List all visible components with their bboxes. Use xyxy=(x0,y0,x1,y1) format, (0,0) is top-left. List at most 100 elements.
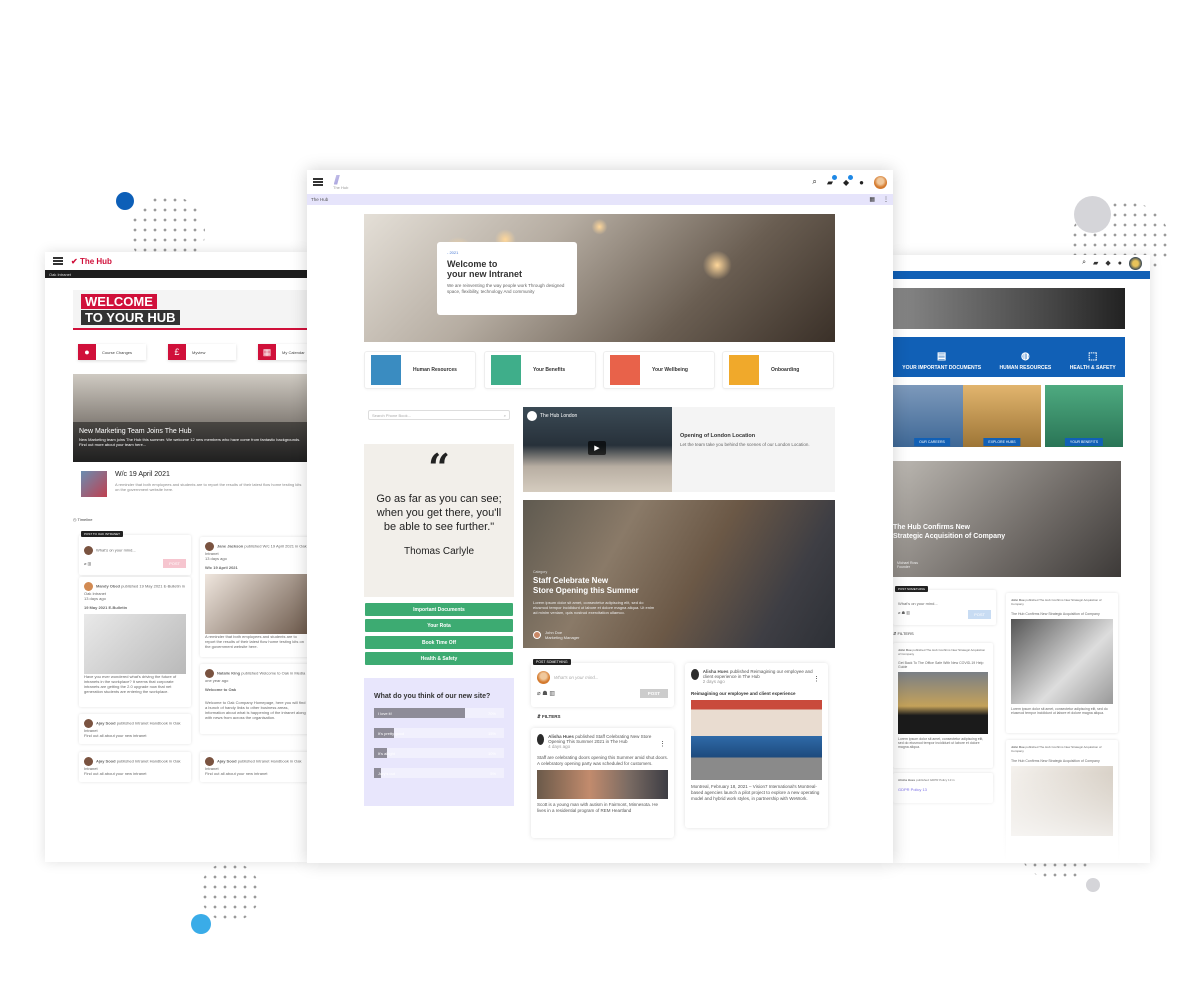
menu-icon[interactable] xyxy=(313,178,323,186)
quick-link-myview[interactable]: £ Myview xyxy=(168,344,236,360)
globe-icon: ◍ xyxy=(1021,351,1030,362)
user-avatar[interactable] xyxy=(1129,256,1142,270)
quote-author: Thomas Carlyle xyxy=(403,546,475,557)
post-body: Have you ever wondered what's driving th… xyxy=(84,674,177,694)
book-time-off-button[interactable]: Book Time Off xyxy=(365,636,513,649)
center-screen-the-hub: The Hub ⌕ ▰ ◆ ● The Hub ▦ ⋮ - 2021 Welcom… xyxy=(307,170,893,863)
brand-name: The Hub xyxy=(79,256,112,266)
link-human-resources[interactable]: ◍ HUMAN RESOURCES xyxy=(1000,351,1052,371)
important-documents-button[interactable]: Important Documents xyxy=(365,603,513,616)
post-author[interactable]: Mandy Obed xyxy=(96,584,120,589)
feed-post: Ajay Sood published Intranet Handbook in… xyxy=(79,714,191,744)
play-icon[interactable]: ▶ xyxy=(588,441,606,455)
post-body: Find out all about your new intranet xyxy=(84,733,147,738)
quick-link-my-calendar[interactable]: ▦ My Calendar xyxy=(258,344,307,360)
bell-icon[interactable]: ◆ xyxy=(843,174,854,187)
help-icon[interactable]: ● xyxy=(1118,260,1122,267)
post-author[interactable]: Ajay Sood xyxy=(96,721,116,726)
poll-option[interactable]: It's pretty good 15% xyxy=(374,728,504,738)
featured-story[interactable]: Category Staff Celebrate New Store Openin… xyxy=(523,500,835,648)
breadcrumb[interactable]: The Hub xyxy=(311,197,328,202)
video-title[interactable]: Opening of London Location xyxy=(680,433,755,439)
welcome-line1: WELCOME xyxy=(81,294,157,309)
search-icon[interactable]: ⌕ xyxy=(812,177,816,187)
news-hero[interactable]: New Marketing Team Joins The Hub New Mar… xyxy=(73,374,307,462)
tile-your-wellbeing[interactable]: Your Wellbeing xyxy=(603,351,715,389)
bell-icon[interactable]: ◆ xyxy=(1105,259,1110,267)
poll-option[interactable]: I love it! 70% xyxy=(374,708,504,718)
quote-text: Go as far as you can see; when you get t… xyxy=(376,493,502,533)
more-vertical-icon[interactable]: ⋮ xyxy=(813,675,820,683)
quote-widget: “ Go as far as you can see; when you get… xyxy=(364,444,514,597)
story-category: Category xyxy=(533,570,548,574)
calendar-icon: ▦ xyxy=(258,344,276,360)
filters-toggle[interactable]: ⇵ FILTERS xyxy=(537,714,560,720)
hero-subtitle: We are reinventing the way people work T… xyxy=(447,283,565,294)
announcement-thumbnail xyxy=(81,471,107,497)
quick-link-course-changes[interactable]: ● Course Changes xyxy=(78,344,146,360)
poll-option[interactable]: It's alright 10% xyxy=(374,748,504,758)
your-rota-button[interactable]: Your Rota xyxy=(365,619,513,632)
tile-explore-hubs[interactable]: EXPLORE HUBS xyxy=(963,385,1041,447)
avatar xyxy=(84,582,93,591)
quote-mark-icon: “ xyxy=(428,445,450,490)
tile-label: Onboarding xyxy=(771,367,800,373)
post-button[interactable]: POST xyxy=(968,610,991,619)
post-input[interactable]: What's on your mind... xyxy=(96,548,136,553)
grey-circle-decoration xyxy=(1074,196,1111,233)
post-action: published Welcome to Oak in Media xyxy=(241,670,306,676)
attach-icon[interactable]: ⌀ ☗ ▥ xyxy=(898,610,910,619)
post-box-tag: POST TO OAK INTRANET xyxy=(81,531,124,537)
tile-your-benefits[interactable]: YOUR BENEFITS xyxy=(1045,385,1123,447)
grid-view-icon[interactable]: ▦ xyxy=(869,196,875,203)
hub-logo[interactable]: The Hub xyxy=(333,174,348,190)
feed-post: Alisha Hues published Staff Celebrating … xyxy=(531,728,674,838)
feed-post: John Doe published The Hub Confirms New … xyxy=(1006,593,1118,733)
attach-poll-icons[interactable]: ⌀ ☗ ▥ xyxy=(537,690,555,697)
chat-icon[interactable]: ▰ xyxy=(827,174,837,187)
post-text: Montreal, February 18, 2021 – Vision7 In… xyxy=(691,784,820,801)
link-label: HEALTH & SAFETY xyxy=(1069,365,1116,371)
phone-book-search-input[interactable]: Search Phone Book... ⌕ xyxy=(368,410,510,420)
post-input[interactable]: What's on your mind... xyxy=(554,675,599,680)
brand-logo[interactable]: ✔ The Hub xyxy=(71,257,112,266)
chat-icon[interactable]: ▰ xyxy=(1093,259,1098,267)
search-icon[interactable]: ⌕ xyxy=(504,413,506,418)
post-button[interactable]: POST xyxy=(163,559,186,568)
news-carousel[interactable]: The Hub Confirms New Strategic Acquisitio… xyxy=(893,461,1121,577)
health-safety-button[interactable]: Health & Safety xyxy=(365,652,513,665)
poll-option-percent: 10% xyxy=(487,751,496,756)
author-avatar xyxy=(533,631,541,639)
link-health-safety[interactable]: ⬚ HEALTH & SAFETY xyxy=(1070,351,1116,371)
post-title: W/c 19 April 2021 xyxy=(205,565,238,570)
poll-option-percent: 70% xyxy=(487,711,496,716)
tile-onboarding[interactable]: Onboarding xyxy=(722,351,834,389)
post-author[interactable]: Jane Jackson xyxy=(217,544,243,549)
avatar xyxy=(205,542,214,551)
video-player[interactable]: The Hub London ▶ xyxy=(523,407,672,492)
tile-your-benefits[interactable]: Your Benefits xyxy=(484,351,596,389)
post-author[interactable]: Natalie King xyxy=(217,671,240,676)
attach-icon[interactable]: ⌀ ▥ xyxy=(84,561,91,566)
post-title: 19 May 2021 E-Bulletin xyxy=(84,605,128,610)
more-vertical-icon[interactable]: ⋮ xyxy=(659,740,666,748)
post-author[interactable]: Ajay Sood xyxy=(96,759,116,764)
link-important-documents[interactable]: ▤ YOUR IMPORTANT DOCUMENTS xyxy=(902,351,981,371)
post-input[interactable]: What's on your mind... xyxy=(898,601,991,606)
post-author[interactable]: Ajay Sood xyxy=(217,759,237,764)
filters-toggle[interactable]: ⇵ FILTERS xyxy=(893,631,914,636)
breadcrumb-bar: The Hub ▦ ⋮ xyxy=(307,194,893,205)
tile-our-careers[interactable]: OUR CAREERS xyxy=(893,385,971,447)
menu-icon[interactable] xyxy=(53,257,63,265)
more-vertical-icon[interactable]: ⋮ xyxy=(883,196,889,203)
poll-option[interactable]: Jury's out 5% xyxy=(374,768,504,778)
tile-human-resources[interactable]: Human Resources xyxy=(364,351,476,389)
search-icon[interactable]: ⌕ xyxy=(1082,259,1086,267)
user-avatar[interactable] xyxy=(874,175,887,189)
news-hero-title: New Marketing Team Joins The Hub xyxy=(79,428,192,435)
week-announcement[interactable]: W/c 19 April 2021 A reminder that both e… xyxy=(73,464,307,504)
post-button[interactable]: POST xyxy=(639,689,668,698)
help-icon[interactable]: ● xyxy=(859,178,864,187)
announcement-summary: A reminder that both employees and stude… xyxy=(115,482,302,492)
documents-icon: ▤ xyxy=(936,351,947,362)
